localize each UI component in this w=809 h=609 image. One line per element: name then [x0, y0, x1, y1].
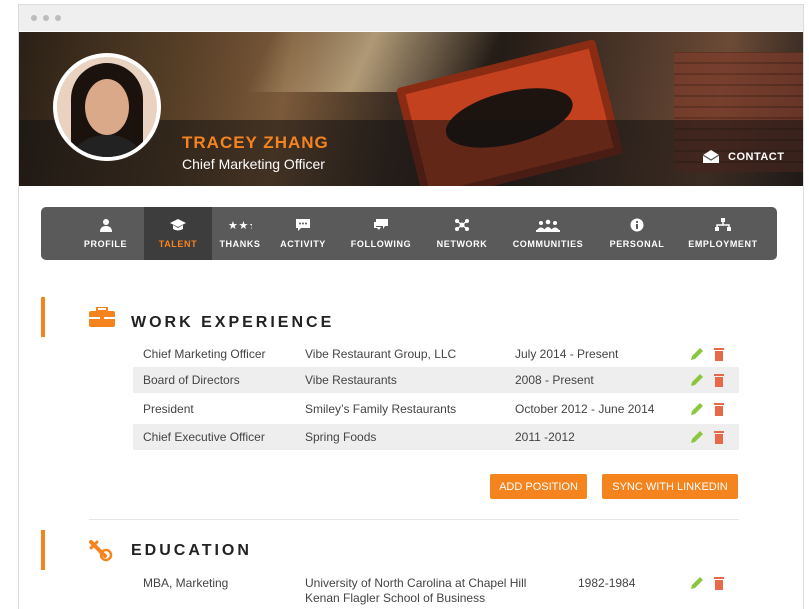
window-dot-icon[interactable]: [31, 15, 37, 21]
table-row: President Smiley’s Family Restaurants Oc…: [133, 396, 739, 422]
diploma-icon: [89, 540, 113, 562]
table-row: Chief Executive Officer Spring Foods 201…: [133, 424, 739, 450]
pencil-icon[interactable]: [689, 429, 705, 445]
dates-cell: 2011 -2012: [515, 430, 575, 444]
envelope-icon: [702, 150, 720, 163]
tab-talent[interactable]: TALENT: [144, 207, 212, 260]
table-row: Board of Directors Vibe Restaurants 2008…: [133, 367, 739, 393]
trash-icon[interactable]: [711, 401, 727, 417]
education-heading: EDUCATION: [131, 542, 252, 559]
org-chart-icon: [715, 218, 731, 231]
degree-cell: MBA, Marketing: [143, 576, 229, 590]
position-cell: Chief Marketing Officer: [143, 347, 266, 361]
position-cell: Chief Executive Officer: [143, 430, 265, 444]
tab-following[interactable]: FOLLOWING: [338, 207, 424, 260]
tab-label: PROFILE: [83, 239, 128, 249]
trash-icon[interactable]: [711, 575, 727, 591]
company-cell: Smiley’s Family Restaurants: [305, 402, 457, 416]
tab-label: FOLLOWING: [350, 239, 412, 249]
pencil-icon[interactable]: [689, 372, 705, 388]
person-icon: [99, 219, 112, 232]
position-cell: Board of Directors: [143, 373, 240, 387]
stars-icon: ★★★: [228, 219, 252, 232]
window-titlebar: [19, 5, 803, 31]
company-cell: Vibe Restaurant Group, LLC: [305, 347, 457, 361]
graduation-cap-icon: [170, 219, 186, 231]
tab-label: PERSONAL: [609, 239, 665, 249]
dates-cell: 2008 - Present: [515, 373, 594, 387]
trash-icon[interactable]: [711, 372, 727, 388]
group-icon: [536, 219, 560, 232]
section-accent-bar: [41, 297, 45, 337]
avatar-face: [85, 79, 129, 135]
tab-communities[interactable]: COMMUNITIES: [500, 207, 596, 260]
company-cell: Spring Foods: [305, 430, 377, 444]
contact-button[interactable]: CONTACT: [702, 150, 784, 164]
window-dot-icon[interactable]: [43, 15, 49, 21]
chat-bubbles-icon: [374, 219, 388, 230]
tab-profile[interactable]: PROFILE: [67, 207, 144, 260]
work-experience-heading: WORK EXPERIENCE: [131, 314, 335, 331]
tab-label: NETWORK: [436, 239, 488, 249]
profile-name: TRACEY ZHANG: [182, 133, 329, 152]
tab-personal[interactable]: PERSONAL: [596, 207, 678, 260]
pencil-icon[interactable]: [689, 401, 705, 417]
info-icon: [630, 218, 644, 232]
trash-icon[interactable]: [711, 429, 727, 445]
contact-label: CONTACT: [728, 151, 785, 163]
add-position-button[interactable]: ADD POSITION: [490, 474, 587, 499]
school-subtitle-cell: Kenan Flagler School of Business: [305, 591, 486, 605]
profile-title: Chief Marketing Officer: [182, 156, 325, 172]
table-row: Chief Marketing Officer Vibe Restaurant …: [133, 341, 739, 367]
speech-bubble-icon: [296, 219, 310, 231]
tab-label: EMPLOYMENT: [688, 239, 758, 249]
tab-employment[interactable]: EMPLOYMENT: [678, 207, 768, 260]
profile-nav: PROFILE TALENT ★★★ THANKS ACTIVITY FOLLO…: [41, 207, 777, 260]
avatar[interactable]: [53, 53, 161, 161]
tab-label: TALENT: [158, 239, 198, 249]
pencil-icon[interactable]: [689, 346, 705, 362]
pencil-icon[interactable]: [689, 575, 705, 591]
browser-window: TRACEY ZHANG Chief Marketing Officer CON…: [18, 4, 804, 609]
school-cell: University of North Carolina at Chapel H…: [305, 576, 527, 590]
briefcase-icon: [89, 307, 115, 327]
position-cell: President: [143, 402, 194, 416]
table-row: MBA, Marketing University of North Carol…: [133, 570, 739, 606]
tab-activity[interactable]: ACTIVITY: [268, 207, 338, 260]
window-dot-icon[interactable]: [55, 15, 61, 21]
section-accent-bar: [41, 530, 45, 570]
tab-thanks[interactable]: ★★★ THANKS: [212, 207, 268, 260]
company-cell: Vibe Restaurants: [305, 373, 397, 387]
dates-cell: July 2014 - Present: [515, 347, 619, 361]
svg-text:★★★: ★★★: [228, 219, 252, 232]
tab-label: COMMUNITIES: [512, 239, 584, 249]
dates-cell: 1982-1984: [578, 576, 636, 590]
trash-icon[interactable]: [711, 346, 727, 362]
sync-linkedin-button[interactable]: SYNC WITH LINKEDIN: [602, 474, 738, 499]
dates-cell: October 2012 - June 2014: [515, 402, 655, 416]
network-icon: [455, 219, 469, 231]
tab-label: THANKS: [219, 239, 261, 249]
tab-label: ACTIVITY: [280, 239, 326, 249]
section-divider: [89, 519, 739, 520]
tab-network[interactable]: NETWORK: [424, 207, 500, 260]
